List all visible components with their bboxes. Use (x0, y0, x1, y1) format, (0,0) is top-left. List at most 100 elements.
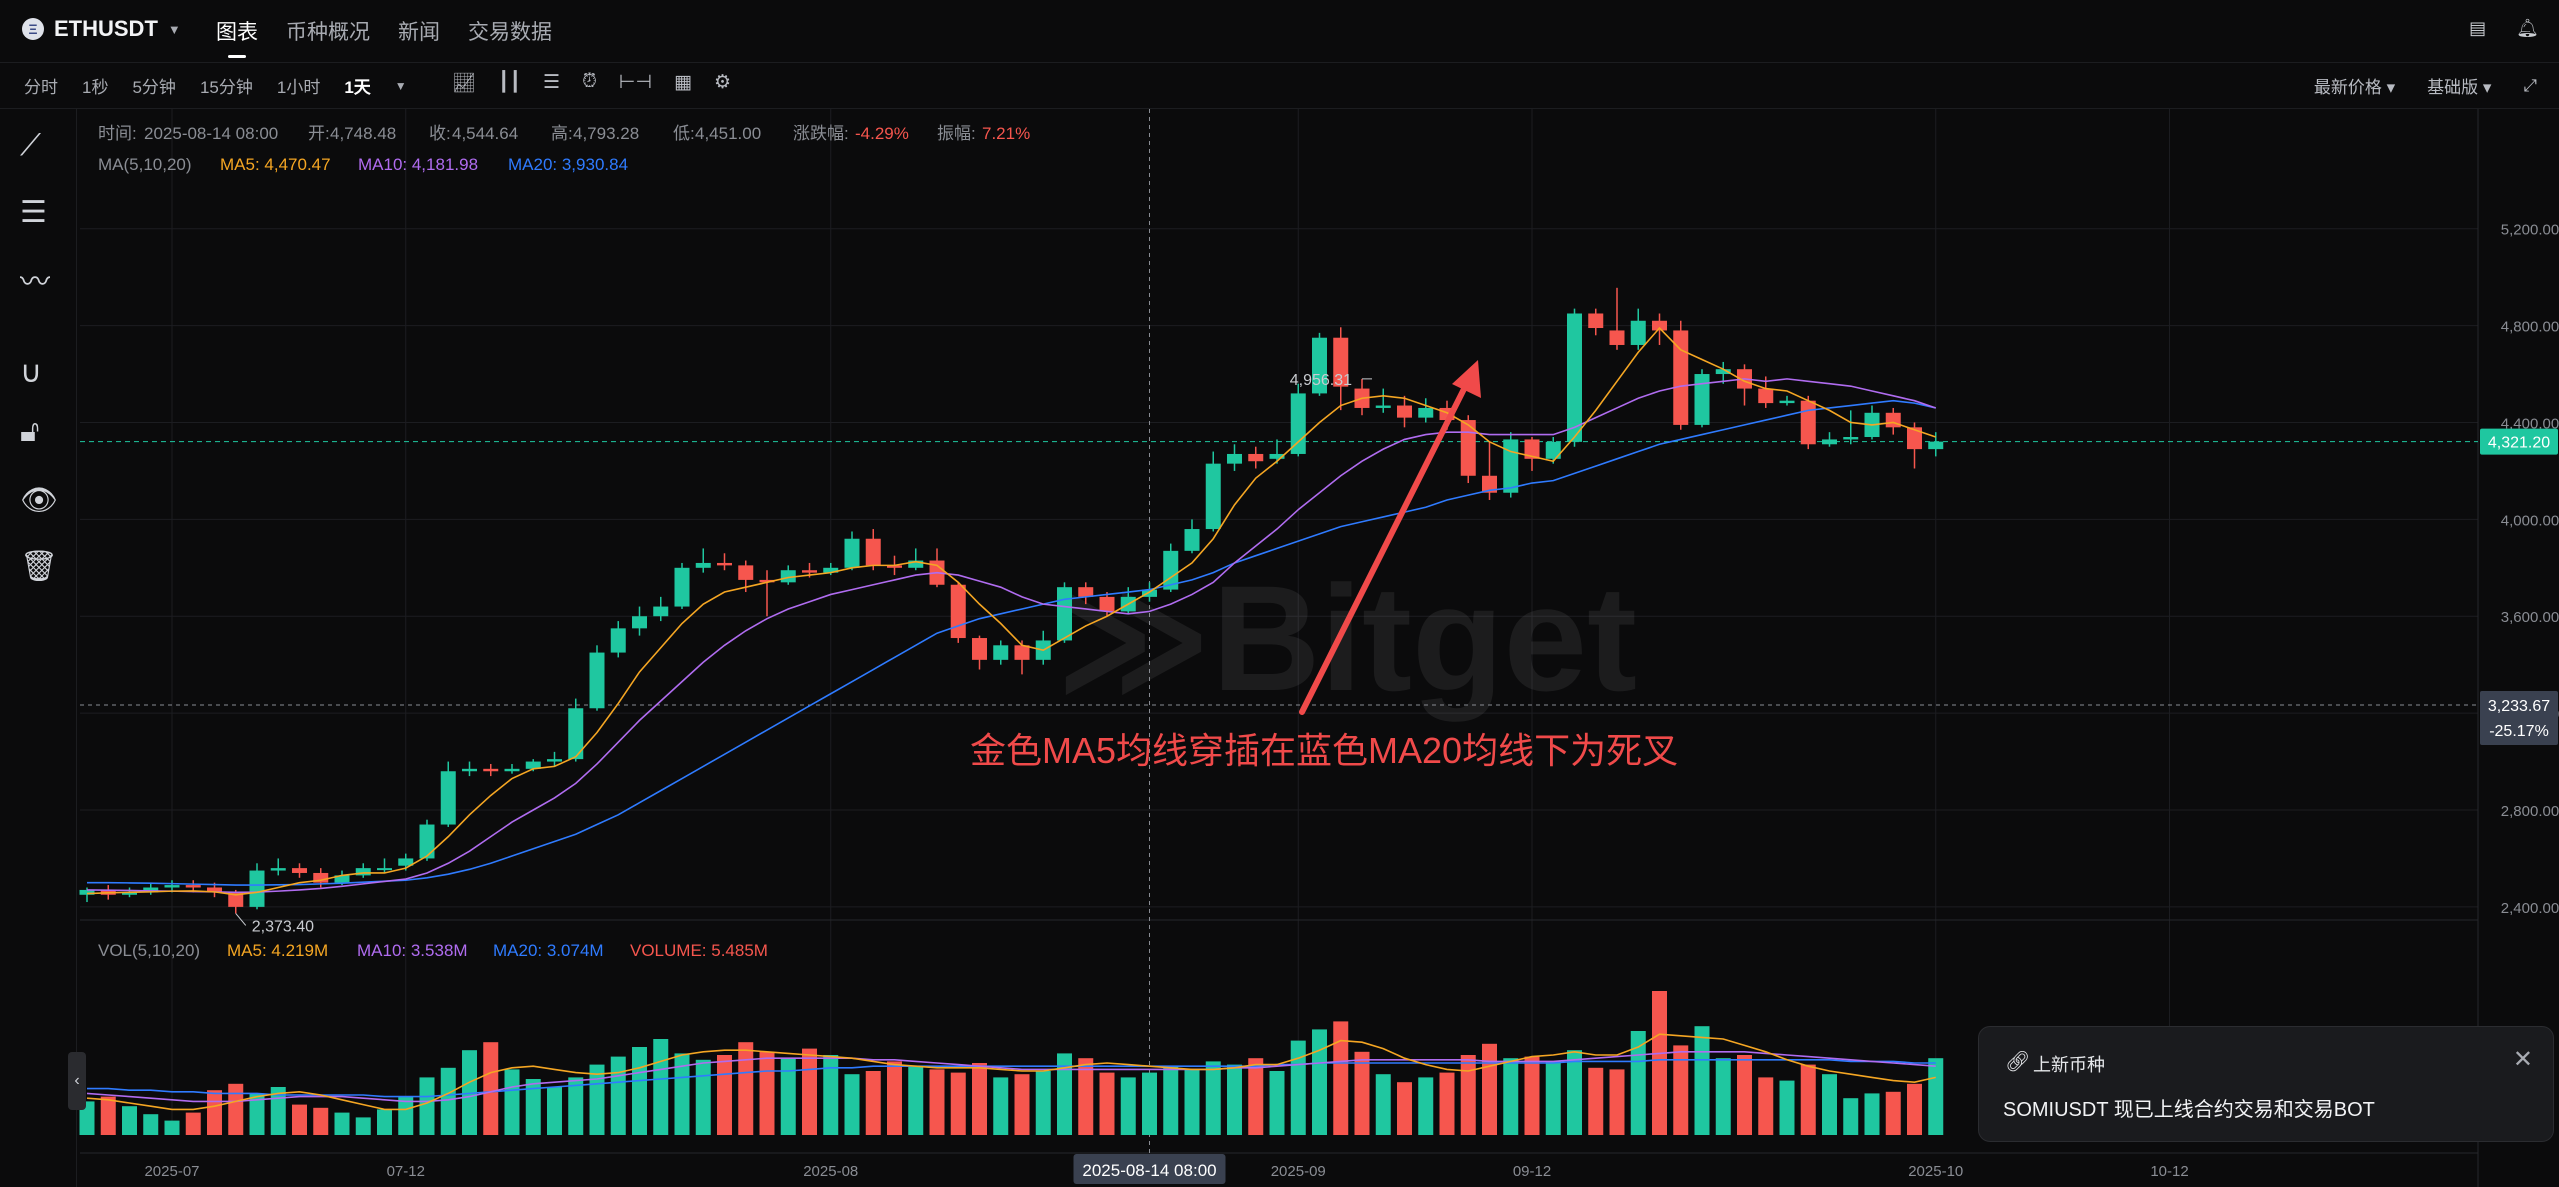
candle-body (1057, 587, 1072, 641)
interval-1h[interactable]: 1小时 (277, 73, 320, 98)
tab-coin-overview[interactable]: 币种概况 (286, 16, 370, 46)
interval-1s[interactable]: 1秒 (82, 73, 108, 98)
wave-pattern-icon[interactable]: 〰 (20, 257, 50, 301)
tab-news[interactable]: 新闻 (398, 16, 440, 46)
candle-body (1673, 330, 1689, 425)
candle-body (844, 538, 860, 568)
volume-bar (1099, 1072, 1115, 1135)
tab-trade-data[interactable]: 交易数据 (468, 16, 552, 46)
trash-icon[interactable]: 🗑︎ (20, 549, 58, 584)
volume-bar (1418, 1077, 1434, 1135)
candle-body (950, 584, 966, 639)
vol-ma5-legend: MA5: 4.219M (227, 941, 328, 960)
kline-chart[interactable]: ≫Bitget 2,400.00 2,800.00 3,200.00 3,600.00 4… (0, 0, 2559, 1187)
volume-bar (462, 1050, 477, 1135)
interval-15m[interactable]: 15分钟 (200, 73, 253, 98)
x-tick-label: 09-12 (1513, 1163, 1551, 1180)
document-icon[interactable]: ▤ (2469, 18, 2486, 39)
template-icon[interactable]: ☰ (543, 71, 560, 95)
volume-bar (1928, 1058, 1944, 1135)
version-select[interactable]: 基础版 ▾ (2427, 73, 2491, 98)
candle-body (504, 768, 520, 772)
volume-bar (100, 1096, 116, 1135)
candle-body (164, 885, 180, 888)
volume-bar (1482, 1043, 1497, 1135)
candle-body (1418, 407, 1434, 418)
symbol-name: ETHUSDT (54, 16, 158, 41)
volume-bar (717, 1055, 732, 1135)
volume-bar (1269, 1071, 1285, 1135)
crosshair-time-tag (1073, 1154, 1226, 1184)
candle-body (695, 562, 711, 568)
volume-bar (610, 1056, 626, 1135)
vol-ma5-line (86, 1033, 1936, 1111)
collapse-sidebar-button[interactable]: ‹ (68, 1052, 86, 1110)
gear-icon[interactable]: ⚙ (714, 71, 731, 95)
candle-body (865, 538, 881, 566)
candle-style-icon[interactable]: ┃┃ (498, 71, 521, 95)
reference-price-label: 3,233.67 (2488, 698, 2550, 715)
measure-icon[interactable]: ⊢⊣ (619, 71, 652, 95)
volume-bar (1907, 1083, 1922, 1135)
volume-bar (1227, 1064, 1242, 1135)
candle-body (1312, 337, 1327, 394)
y-tick-label: 4,000.00 (2501, 512, 2559, 529)
candle-body (738, 565, 754, 580)
magnet-icon[interactable]: ∪ (20, 355, 42, 390)
trend-line-icon[interactable]: ⟋ (20, 129, 41, 163)
ohlc-info-text: 2025-08-14 08:00 (144, 124, 278, 143)
price-type-select[interactable]: 最新价格 ▾ (2314, 73, 2395, 98)
volume-bar (1715, 1058, 1731, 1135)
volume-bar (1588, 1067, 1604, 1135)
lock-icon[interactable]: 🔓︎ (20, 415, 39, 449)
symbol-selector[interactable]: Ξ ETHUSDT ▼ (22, 16, 181, 42)
interval-timeline[interactable]: 分时 (24, 73, 58, 98)
interval-1d[interactable]: 1天 (344, 73, 370, 98)
volume-bar (1057, 1053, 1072, 1135)
candle-body (780, 570, 796, 583)
volume-bar (292, 1104, 307, 1135)
volume-bar (398, 1096, 414, 1135)
ohlc-info-text: 高: (551, 124, 573, 143)
volume-bar (1694, 1026, 1710, 1135)
candle-body (1035, 640, 1051, 660)
link-icon: 🔗︎ (2005, 1051, 2031, 1073)
candle-body (653, 606, 669, 617)
candle-body (1907, 427, 1922, 450)
y-tick-label: 4,400.00 (2501, 415, 2559, 432)
chevron-down-icon[interactable]: ▼ (395, 79, 407, 93)
close-icon[interactable]: ✕ (2513, 1045, 2533, 1074)
ohlc-info-text: 振幅: (937, 124, 976, 143)
candle-body (440, 771, 456, 825)
candle-body (1609, 330, 1625, 345)
ma10-legend: MA10: 4,181.98 (358, 155, 478, 174)
filter-icon[interactable]: ☰ (20, 195, 47, 230)
volume-bar (1290, 1040, 1306, 1135)
candle-body (1333, 337, 1349, 387)
candle-body (1758, 388, 1774, 404)
calendar-icon[interactable]: ▦ (674, 71, 692, 95)
ma20-line (87, 399, 1936, 886)
fullscreen-icon[interactable]: ⤢ (2523, 76, 2537, 96)
volume-bar (1035, 1071, 1051, 1135)
alert-bell-icon[interactable]: 🔔︎ (2516, 18, 2539, 39)
volume-bar (1142, 1072, 1157, 1135)
indicators-icon[interactable]: 📈︎ (452, 71, 476, 95)
ohlc-info-text: 涨跌幅: (793, 124, 849, 143)
toast-message[interactable]: SOMIUSDT 现已上线合约交易和交易BOT (2003, 1093, 2375, 1122)
volume-bar (802, 1048, 817, 1135)
volume-bar (993, 1077, 1009, 1135)
eye-icon[interactable]: 👁︎ (20, 483, 58, 518)
tab-chart[interactable]: 图表 (216, 16, 258, 58)
y-tick-label: 2,400.00 (2501, 900, 2559, 917)
volume-bar (1800, 1064, 1816, 1135)
toolbar-right: 最新价格 ▾ 基础版 ▾ ⤢ (2314, 73, 2537, 98)
candle-body (610, 628, 626, 653)
volume-bar (440, 1067, 456, 1135)
alarm-icon[interactable]: ⏰︎ (582, 71, 597, 95)
candle-body (228, 892, 244, 907)
interval-5m[interactable]: 5分钟 (132, 73, 175, 98)
candle-body (823, 567, 839, 573)
volume-bar (1205, 1061, 1221, 1135)
candle-body (1248, 453, 1264, 462)
